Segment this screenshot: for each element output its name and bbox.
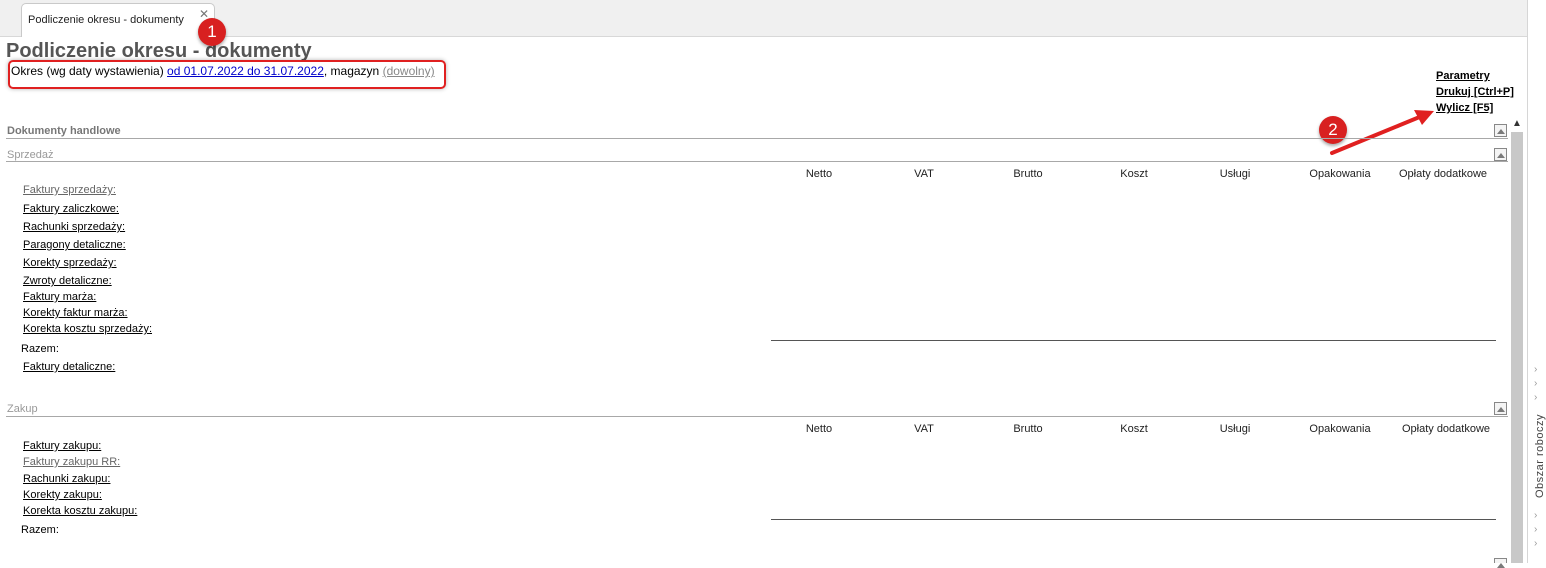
divider (6, 138, 1508, 139)
chevron-right-icon: › (1534, 538, 1538, 549)
sum-line (771, 519, 1496, 520)
annotation-box (8, 60, 446, 89)
row-retail-receipts[interactable]: Paragony detaliczne: (23, 239, 126, 251)
row-sales-cost-correction[interactable]: Korekta kosztu sprzedaży: (23, 323, 152, 335)
vertical-scrollbar[interactable]: ▲ (1510, 118, 1524, 563)
section-purchase: Zakup (7, 403, 38, 415)
section-sales: Sprzedaż (7, 149, 54, 161)
chevron-right-icon: › (1534, 510, 1538, 521)
collapse-icon[interactable] (1494, 124, 1507, 137)
annotation-arrow-icon (1330, 110, 1434, 155)
workspace-label: Obszar roboczy (1534, 413, 1546, 499)
col-header-opakowania: Opakowania (1309, 168, 1371, 180)
tab-label: Podliczenie okresu - dokumenty (28, 14, 184, 26)
collapse-icon[interactable] (1494, 558, 1507, 568)
col-header-koszt: Koszt (1120, 423, 1148, 435)
row-retail-invoices[interactable]: Faktury detaliczne: (23, 361, 115, 373)
collapse-icon[interactable] (1494, 148, 1507, 161)
row-sales-corrections[interactable]: Korekty sprzedaży: (23, 257, 117, 269)
col-header-brutto: Brutto (1013, 168, 1043, 180)
col-header-netto: Netto (805, 168, 833, 180)
row-advance-invoices[interactable]: Faktury zaliczkowe: (23, 203, 119, 215)
workspace-panel[interactable]: › › › Obszar roboczy › › › (1530, 360, 1546, 560)
scroll-up-icon[interactable]: ▲ (1512, 118, 1522, 129)
row-purchase-total: Razem: (21, 524, 59, 536)
col-header-brutto: Brutto (1013, 423, 1043, 435)
tab-bar: Podliczenie okresu - dokumenty ✕ (0, 0, 1530, 37)
row-purchase-cost-correction[interactable]: Korekta kosztu zakupu: (23, 505, 137, 517)
action-links: Parametry Drukuj [Ctrl+P] Wylicz [F5] (1436, 68, 1514, 116)
col-header-oplaty: Opłaty dodatkowe (1401, 423, 1491, 435)
col-header-vat: VAT (914, 423, 934, 435)
sum-line (771, 340, 1496, 341)
col-header-netto: Netto (805, 423, 833, 435)
chevron-right-icon: › (1534, 392, 1538, 403)
col-header-oplaty: Opłaty dodatkowe (1398, 168, 1488, 180)
tab-podliczenie[interactable]: Podliczenie okresu - dokumenty ✕ (21, 3, 215, 37)
annotation-badge-1: 1 (198, 18, 226, 46)
row-margin-corrections[interactable]: Korekty faktur marża: (23, 307, 128, 319)
col-header-uslugi: Usługi (1219, 423, 1251, 435)
print-link[interactable]: Drukuj [Ctrl+P] (1436, 84, 1514, 100)
section-trade-documents: Dokumenty handlowe (7, 125, 121, 137)
calculate-link[interactable]: Wylicz [F5] (1436, 100, 1514, 116)
row-sales-total: Razem: (21, 343, 59, 355)
divider (6, 416, 1508, 417)
col-header-uslugi: Usługi (1219, 168, 1251, 180)
row-purchase-corrections[interactable]: Korekty zakupu: (23, 489, 102, 501)
chevron-right-icon: › (1534, 364, 1538, 375)
row-sales-bills[interactable]: Rachunki sprzedaży: (23, 221, 125, 233)
collapse-icon[interactable] (1494, 402, 1507, 415)
chevron-right-icon: › (1534, 524, 1538, 535)
row-sales-invoices[interactable]: Faktury sprzedaży: (23, 184, 116, 196)
parameters-link[interactable]: Parametry (1436, 68, 1514, 84)
row-margin-invoices[interactable]: Faktury marża: (23, 291, 96, 303)
row-purchase-bills[interactable]: Rachunki zakupu: (23, 473, 110, 485)
col-header-opakowania: Opakowania (1309, 423, 1371, 435)
row-purchase-invoices[interactable]: Faktury zakupu: (23, 440, 101, 452)
chevron-right-icon: › (1534, 378, 1538, 389)
col-header-koszt: Koszt (1120, 168, 1148, 180)
row-purchase-invoices-rr[interactable]: Faktury zakupu RR: (23, 456, 120, 468)
divider (6, 161, 1508, 162)
col-header-vat: VAT (914, 168, 934, 180)
row-retail-returns[interactable]: Zwroty detaliczne: (23, 275, 112, 287)
scroll-thumb[interactable] (1511, 132, 1523, 563)
